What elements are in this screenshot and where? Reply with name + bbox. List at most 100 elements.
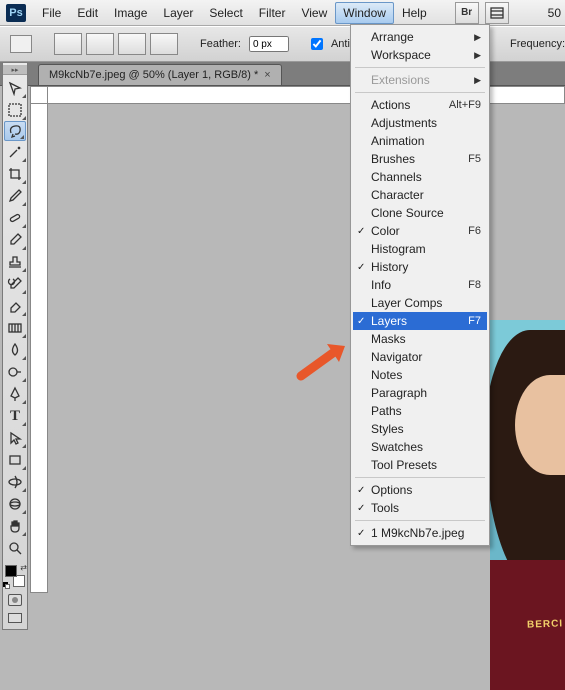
- pen-tool[interactable]: [3, 383, 27, 405]
- tools-panel-grip[interactable]: ▸▸: [3, 65, 27, 75]
- menu-item-color[interactable]: ✓ColorF6: [353, 222, 487, 240]
- lasso-tool[interactable]: [4, 121, 26, 141]
- move-tool[interactable]: [3, 77, 27, 99]
- ruler-corner[interactable]: [30, 86, 48, 104]
- screen-mode-toggle[interactable]: [3, 609, 27, 627]
- zoom-tool[interactable]: [3, 537, 27, 559]
- menu-item-label: Adjustments: [371, 116, 437, 130]
- menu-item-brushes[interactable]: BrushesF5: [353, 150, 487, 168]
- menu-filter[interactable]: Filter: [251, 2, 294, 24]
- crop-tool[interactable]: [3, 163, 27, 185]
- default-colors-icon[interactable]: [3, 582, 10, 589]
- menu-item-shortcut: F6: [468, 225, 481, 237]
- menu-item-workspace[interactable]: Workspace▶: [353, 46, 487, 64]
- menu-item-notes[interactable]: Notes: [353, 366, 487, 384]
- menu-edit[interactable]: Edit: [69, 2, 106, 24]
- menu-file[interactable]: File: [34, 2, 69, 24]
- 3d-orbit-icon: [7, 496, 23, 512]
- eyedropper-tool[interactable]: [3, 185, 27, 207]
- droplet-icon: [7, 342, 23, 358]
- menu-item-label: Swatches: [371, 440, 423, 454]
- path-select-tool[interactable]: [3, 427, 27, 449]
- menu-separator: [355, 92, 485, 93]
- menu-image[interactable]: Image: [106, 2, 155, 24]
- document-tab-title: M9kcNb7e.jpeg @ 50% (Layer 1, RGB/8) *: [49, 69, 258, 81]
- menu-item-styles[interactable]: Styles: [353, 420, 487, 438]
- feather-label: Feather:: [200, 38, 241, 50]
- gradient-icon: [7, 320, 23, 336]
- menu-window[interactable]: Window: [335, 2, 394, 24]
- swap-colors-icon[interactable]: ⇄: [20, 563, 27, 572]
- menu-item-layer-comps[interactable]: Layer Comps: [353, 294, 487, 312]
- marquee-tool[interactable]: [3, 99, 27, 121]
- menu-item-adjustments[interactable]: Adjustments: [353, 114, 487, 132]
- ruler-vertical[interactable]: [30, 104, 48, 593]
- menu-item-history[interactable]: ✓History: [353, 258, 487, 276]
- type-tool[interactable]: T: [3, 405, 27, 427]
- wand-icon: [7, 144, 23, 160]
- menu-item-layers[interactable]: ✓LayersF7: [353, 312, 487, 330]
- menu-item-info[interactable]: InfoF8: [353, 276, 487, 294]
- view-extras-button[interactable]: [485, 2, 509, 24]
- dodge-tool[interactable]: [3, 361, 27, 383]
- menu-item-extensions: Extensions▶: [353, 71, 487, 89]
- menu-item-label: Animation: [371, 134, 424, 148]
- menu-item-tools[interactable]: ✓Tools: [353, 499, 487, 517]
- hand-tool[interactable]: [3, 515, 27, 537]
- 3d-tool[interactable]: [3, 471, 27, 493]
- close-icon[interactable]: ×: [264, 69, 270, 81]
- menu-item-navigator[interactable]: Navigator: [353, 348, 487, 366]
- blur-tool[interactable]: [3, 339, 27, 361]
- 3d-camera-tool[interactable]: [3, 493, 27, 515]
- history-brush-tool[interactable]: [3, 273, 27, 295]
- menu-item-histogram[interactable]: Histogram: [353, 240, 487, 258]
- eraser-tool[interactable]: [3, 295, 27, 317]
- main-menu-bar: Ps File Edit Image Layer Select Filter V…: [0, 0, 565, 26]
- menu-item-masks[interactable]: Masks: [353, 330, 487, 348]
- brush-icon: [7, 232, 23, 248]
- healing-brush-tool[interactable]: [3, 207, 27, 229]
- feather-input[interactable]: [249, 36, 289, 52]
- menu-help[interactable]: Help: [394, 2, 435, 24]
- tools-panel: ▸▸ T ⇄: [2, 62, 28, 630]
- menu-item-swatches[interactable]: Swatches: [353, 438, 487, 456]
- menu-item-options[interactable]: ✓Options: [353, 481, 487, 499]
- menu-item-label: Arrange: [371, 30, 414, 44]
- menu-item-clone-source[interactable]: Clone Source: [353, 204, 487, 222]
- gradient-tool[interactable]: [3, 317, 27, 339]
- menu-item-tool-presets[interactable]: Tool Presets: [353, 456, 487, 474]
- menu-item-character[interactable]: Character: [353, 186, 487, 204]
- menu-select[interactable]: Select: [201, 2, 250, 24]
- menu-item-1-m9kcnb7e-jpeg[interactable]: ✓1 M9kcNb7e.jpeg: [353, 524, 487, 542]
- menu-item-shortcut: F8: [468, 279, 481, 291]
- selection-subtract-button[interactable]: [118, 33, 146, 55]
- color-swatches[interactable]: ⇄: [3, 563, 27, 589]
- tool-preset-picker[interactable]: [10, 35, 32, 53]
- clone-stamp-tool[interactable]: [3, 251, 27, 273]
- menu-item-arrange[interactable]: Arrange▶: [353, 28, 487, 46]
- bridge-launch-button[interactable]: Br: [455, 2, 479, 24]
- foreground-color-swatch[interactable]: [5, 565, 17, 577]
- shape-tool[interactable]: [3, 449, 27, 471]
- document-tab[interactable]: M9kcNb7e.jpeg @ 50% (Layer 1, RGB/8) * ×: [38, 64, 282, 85]
- quick-mask-toggle[interactable]: [3, 591, 27, 609]
- menu-item-paths[interactable]: Paths: [353, 402, 487, 420]
- menu-layer[interactable]: Layer: [155, 2, 201, 24]
- selection-intersect-button[interactable]: [150, 33, 178, 55]
- menu-item-label: Extensions: [371, 73, 430, 87]
- menu-item-paragraph[interactable]: Paragraph: [353, 384, 487, 402]
- app-logo[interactable]: Ps: [6, 4, 26, 22]
- menu-view[interactable]: View: [293, 2, 335, 24]
- hand-icon: [7, 518, 23, 534]
- menu-item-animation[interactable]: Animation: [353, 132, 487, 150]
- quick-select-tool[interactable]: [3, 141, 27, 163]
- menu-item-label: Histogram: [371, 242, 426, 256]
- menu-item-actions[interactable]: ActionsAlt+F9: [353, 96, 487, 114]
- menu-item-channels[interactable]: Channels: [353, 168, 487, 186]
- selection-add-button[interactable]: [86, 33, 114, 55]
- bandage-icon: [7, 210, 23, 226]
- antialias-checkbox[interactable]: [311, 38, 323, 50]
- brush-tool[interactable]: [3, 229, 27, 251]
- eraser-icon: [7, 298, 23, 314]
- selection-new-button[interactable]: [54, 33, 82, 55]
